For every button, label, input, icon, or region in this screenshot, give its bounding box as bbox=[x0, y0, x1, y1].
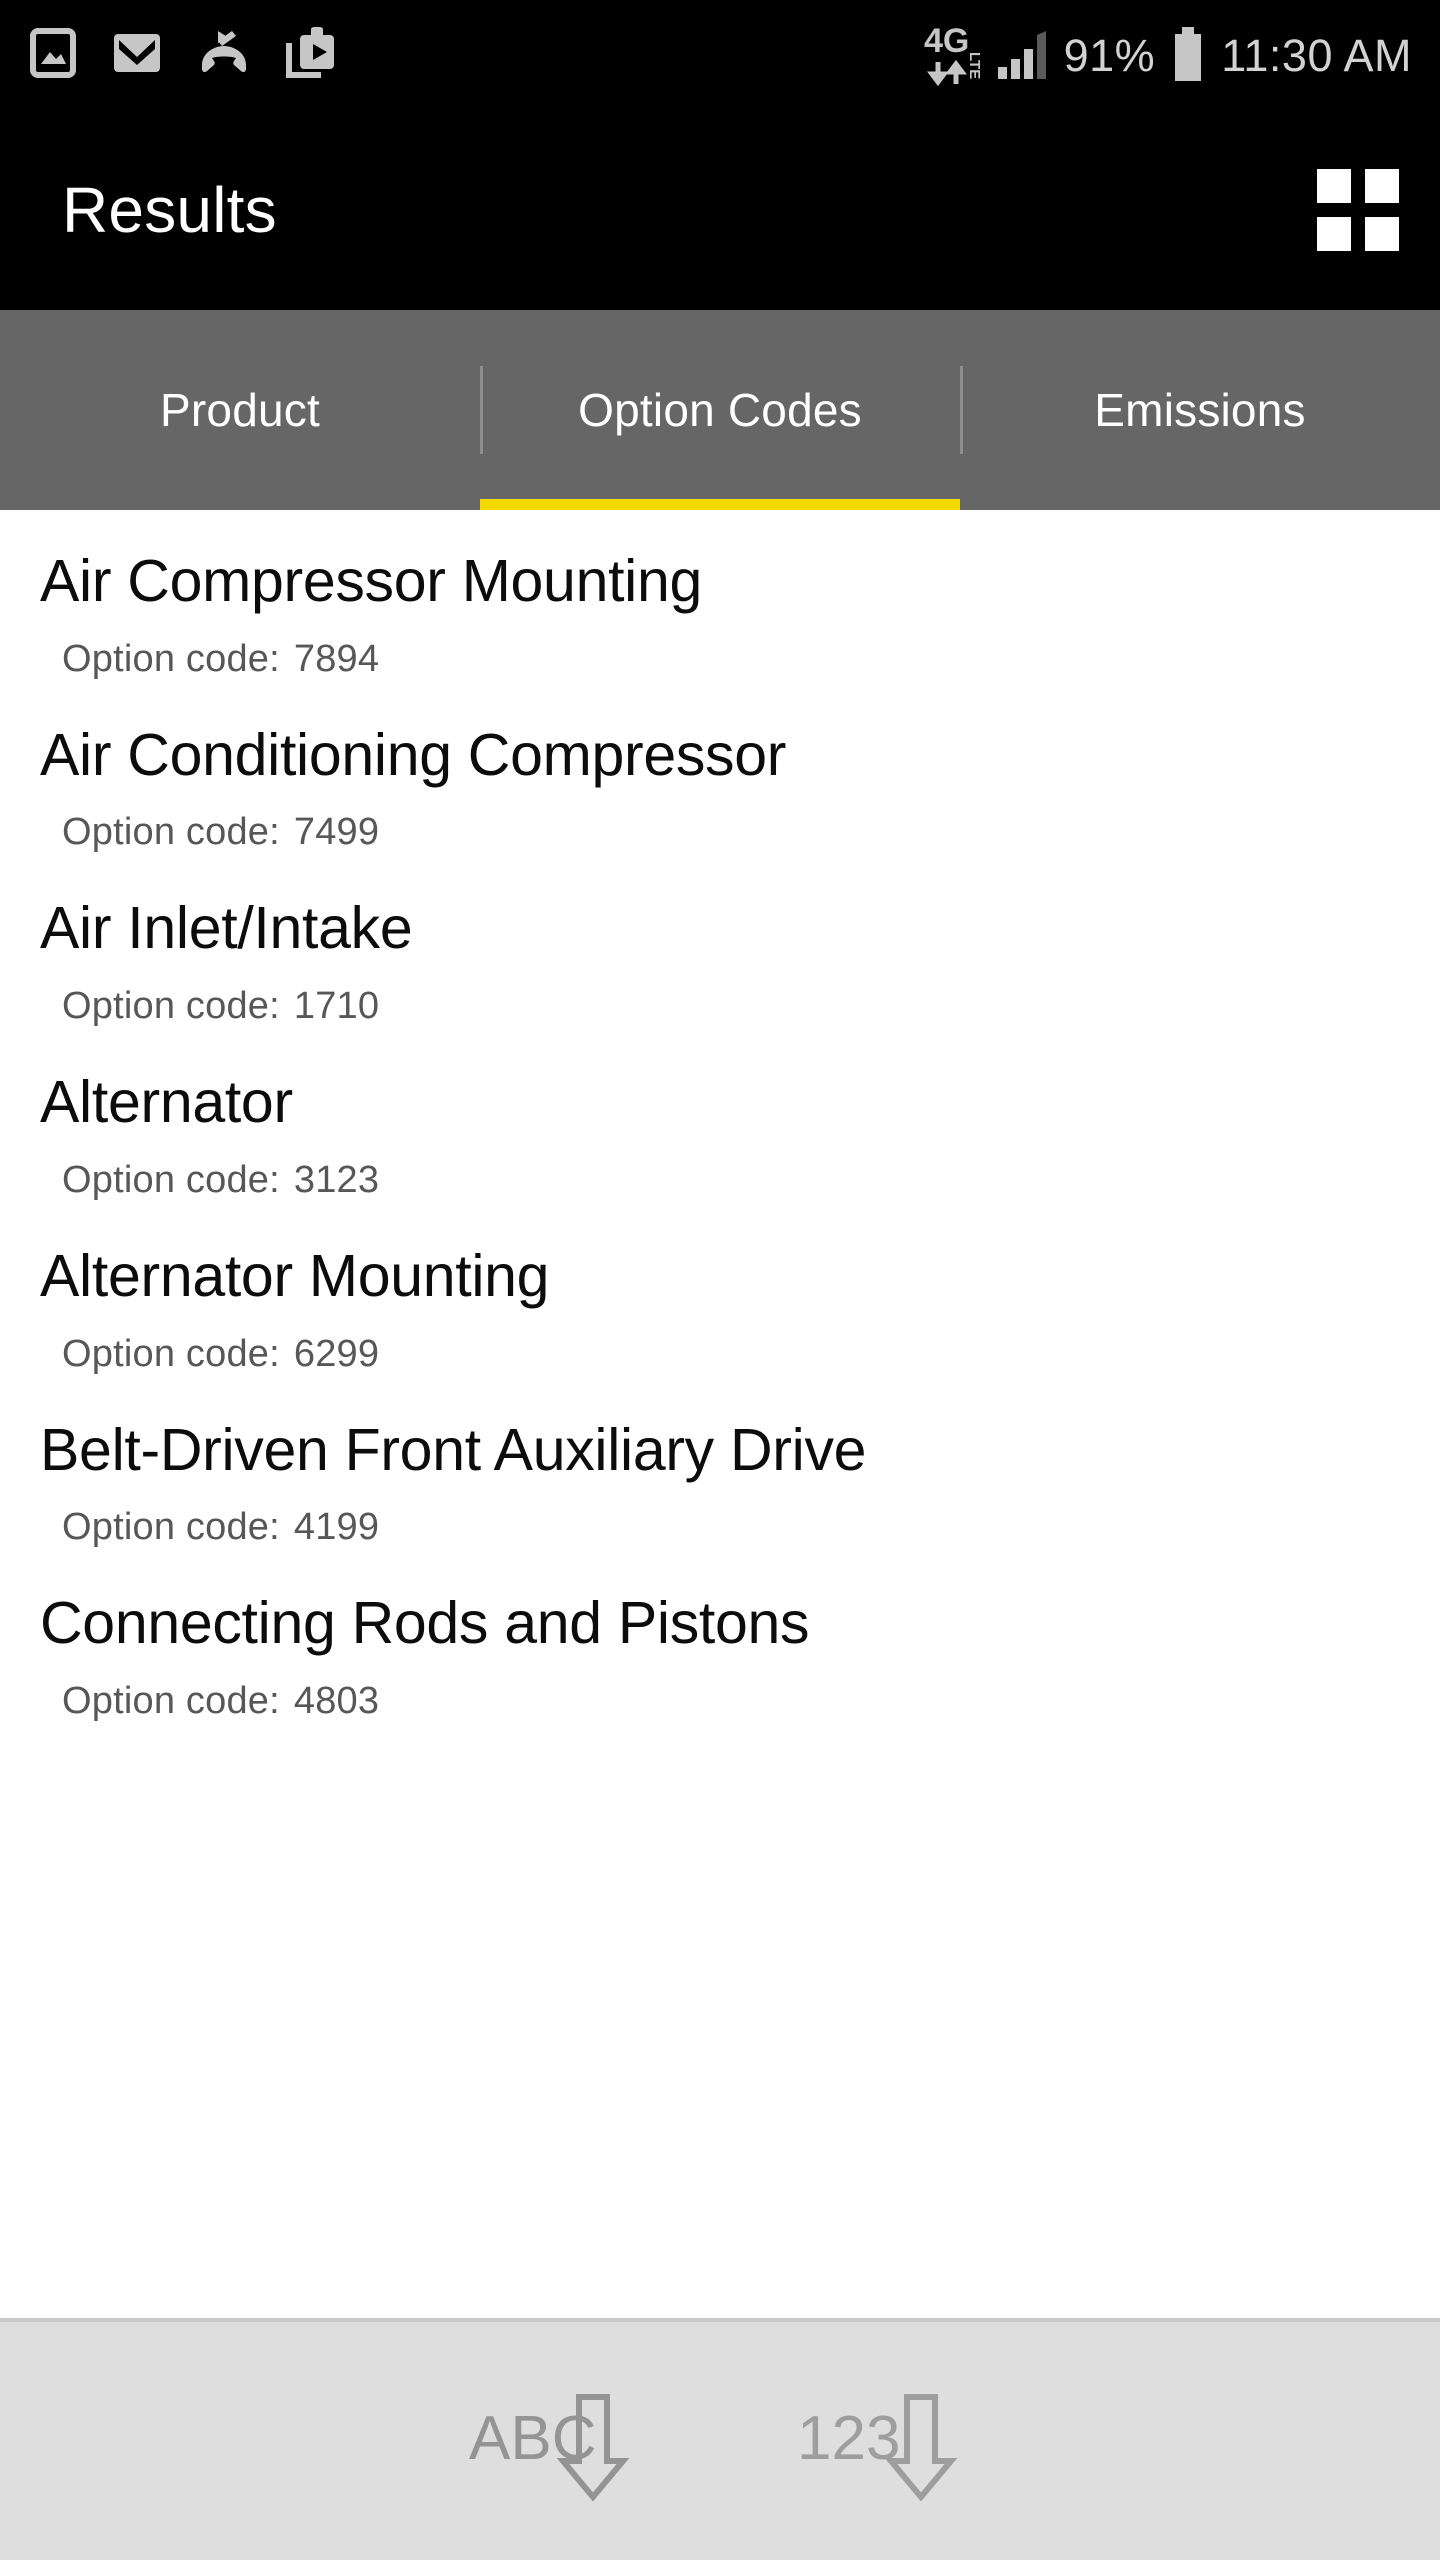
svg-text:4G: 4G bbox=[924, 22, 969, 60]
tab-option-codes-label: Option Codes bbox=[578, 384, 862, 436]
missed-call-icon bbox=[198, 29, 250, 82]
svg-text:LTE: LTE bbox=[966, 52, 983, 79]
option-title: Air Conditioning Compressor bbox=[40, 721, 787, 788]
list-item[interactable]: Alternator Mounting Option code: 6299 bbox=[0, 1221, 1440, 1395]
option-title: Connecting Rods and Pistons bbox=[40, 1590, 810, 1657]
option-code-row: Option code: 1710 bbox=[40, 987, 1400, 1025]
option-code-value: 6299 bbox=[293, 1332, 380, 1375]
option-code-value: 3123 bbox=[293, 1158, 380, 1201]
tab-product-label: Product bbox=[160, 384, 320, 436]
status-bar-notification-icons bbox=[30, 26, 338, 84]
option-title: Air Compressor Mounting bbox=[40, 548, 703, 614]
option-codes-list[interactable]: Air Compressor Mounting Option code: 7894… bbox=[0, 510, 1440, 2318]
list-item[interactable]: Air Inlet/Intake Option code: 1710 bbox=[0, 873, 1440, 1047]
option-code-label: Option code: bbox=[62, 637, 280, 680]
sort-alphabetical-button[interactable]: ABC bbox=[456, 2361, 656, 2521]
option-code-row: Option code: 4803 bbox=[40, 1682, 1400, 1720]
signal-bars-icon bbox=[997, 31, 1046, 79]
option-code-label: Option code: bbox=[62, 1332, 280, 1375]
list-item[interactable]: Air Compressor Mounting Option code: 7894 bbox=[0, 526, 1440, 700]
option-code-value: 7499 bbox=[293, 811, 380, 854]
option-code-value: 1710 bbox=[293, 985, 380, 1028]
option-code-label: Option code: bbox=[62, 1506, 280, 1549]
tab-option-codes[interactable]: Option Codes bbox=[480, 310, 960, 510]
grid-square-4 bbox=[1365, 217, 1399, 251]
4g-lte-icon: 4G LTE bbox=[924, 22, 983, 87]
grid-square-1 bbox=[1317, 169, 1351, 203]
battery-icon bbox=[1175, 27, 1202, 81]
sort-bar: ABC 123 bbox=[0, 2318, 1440, 2560]
tab-product[interactable]: Product bbox=[0, 310, 480, 510]
list-item[interactable]: Alternator Option code: 3123 bbox=[0, 1047, 1440, 1221]
option-title: Air Inlet/Intake bbox=[40, 895, 413, 962]
grid-square-2 bbox=[1365, 169, 1399, 203]
grid-view-button[interactable] bbox=[1310, 162, 1406, 258]
gmail-icon bbox=[112, 32, 162, 79]
status-bar: 4G LTE 91% 11:30 AM bbox=[0, 0, 1440, 110]
list-item[interactable]: Belt-Driven Front Auxiliary Drive Option… bbox=[0, 1395, 1440, 1569]
option-code-label: Option code: bbox=[62, 1158, 280, 1201]
play-store-icon bbox=[286, 26, 338, 84]
svg-text:123: 123 bbox=[797, 2404, 900, 2473]
screenshot-icon bbox=[30, 27, 76, 83]
option-code-value: 7894 bbox=[293, 637, 380, 680]
option-code-value: 4803 bbox=[293, 1680, 380, 1723]
option-code-row: Option code: 6299 bbox=[40, 1335, 1400, 1373]
123-sort-down-icon: 123 bbox=[797, 2394, 958, 2502]
battery-percent-label: 91% bbox=[1063, 29, 1156, 81]
option-title: Alternator bbox=[40, 1069, 293, 1136]
list-item[interactable]: Connecting Rods and Pistons Option code:… bbox=[0, 1568, 1440, 1742]
option-code-row: Option code: 7894 bbox=[40, 640, 1400, 678]
app-header: Results bbox=[0, 110, 1440, 310]
option-title: Belt-Driven Front Auxiliary Drive bbox=[40, 1416, 867, 1483]
list-item[interactable]: Air Conditioning Compressor Option code:… bbox=[0, 700, 1440, 874]
option-code-row: Option code: 4199 bbox=[40, 1508, 1400, 1546]
tab-emissions[interactable]: Emissions bbox=[960, 310, 1440, 510]
tab-emissions-label: Emissions bbox=[1094, 384, 1306, 436]
option-title: Alternator Mounting bbox=[40, 1242, 550, 1309]
page-title: Results bbox=[62, 174, 277, 246]
option-code-value: 4199 bbox=[293, 1506, 380, 1549]
clock-label: 11:30 AM bbox=[1221, 29, 1412, 81]
option-code-label: Option code: bbox=[62, 811, 280, 854]
status-bar-system-icons: 4G LTE 91% 11:30 AM bbox=[924, 22, 1412, 88]
sort-numeric-button[interactable]: 123 bbox=[784, 2361, 984, 2521]
option-code-label: Option code: bbox=[62, 985, 280, 1028]
network-indicator-group: 4G LTE bbox=[924, 22, 1048, 88]
tab-bar: Product Option Codes Emissions bbox=[0, 310, 1440, 510]
grid-square-3 bbox=[1317, 217, 1351, 251]
option-code-row: Option code: 7499 bbox=[40, 813, 1400, 851]
option-code-row: Option code: 3123 bbox=[40, 1161, 1400, 1199]
phone-screen: 4G LTE 91% 11:30 AM Results Product Opti… bbox=[0, 0, 1440, 2560]
abc-sort-down-icon: ABC bbox=[469, 2394, 630, 2502]
option-code-label: Option code: bbox=[62, 1680, 280, 1723]
